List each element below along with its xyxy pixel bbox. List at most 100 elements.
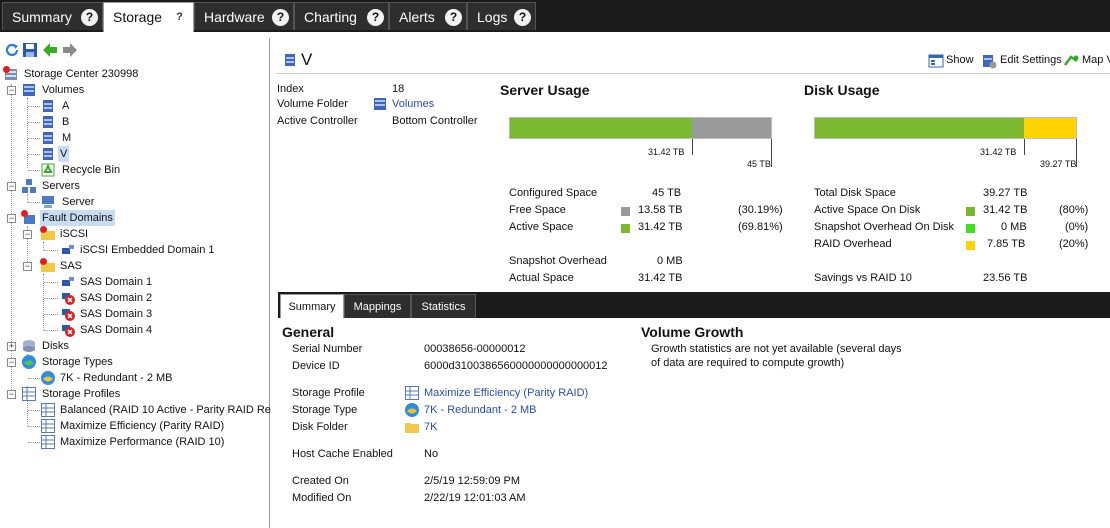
created-on-value: 2/5/19 12:59:09 PM — [424, 475, 521, 487]
tree-item-iscsi[interactable]: − iSCSI — [0, 226, 270, 242]
collapse-icon[interactable]: − — [7, 86, 16, 95]
raid-overhead-pct: (20%) — [1059, 238, 1089, 250]
tree-item-disks[interactable]: + Disks — [0, 338, 270, 354]
volume-icon — [285, 54, 295, 66]
actual-space-label: Actual Space — [509, 272, 574, 284]
disk-usage-title: Disk Usage — [804, 82, 880, 98]
active-space-label: Active Space — [509, 221, 574, 233]
volume-icon — [43, 132, 53, 144]
storage-profile-link[interactable]: Maximize Efficiency (Parity RAID) — [424, 387, 588, 399]
server-usage-bar — [509, 117, 772, 139]
tree-item-storage-type-7k[interactable]: 7K - Redundant - 2 MB — [0, 370, 270, 386]
free-space-swatch — [621, 207, 630, 216]
tree-connector — [44, 298, 58, 299]
help-icon[interactable]: ? — [367, 9, 384, 26]
tree-item-label: Maximize Performance (RAID 10) — [60, 436, 225, 448]
storage-type-icon — [405, 403, 419, 417]
tree-item-volume-m[interactable]: M — [0, 130, 270, 146]
tree-item-profile-balanced[interactable]: Balanced (RAID 10 Active - Parity RAID R… — [0, 402, 271, 418]
tab-logs[interactable]: Logs ? — [467, 2, 536, 30]
free-space-value: 13.58 TB — [638, 204, 683, 216]
disk-used-marker — [1024, 139, 1025, 155]
tab-statistics[interactable]: Statistics — [411, 294, 476, 318]
tree-item-volume-v[interactable]: V — [0, 146, 270, 162]
collapse-icon[interactable]: − — [7, 390, 16, 399]
tree-connector — [28, 426, 40, 427]
back-arrow-icon[interactable] — [42, 42, 58, 58]
tree-item-sas[interactable]: − SAS — [0, 258, 270, 274]
refresh-icon[interactable] — [4, 42, 20, 58]
tree-item-fault-domains[interactable]: − Fault Domains — [0, 210, 270, 226]
tree-item-volumes[interactable]: − Volumes — [0, 82, 270, 98]
tree-item-label: Storage Types — [42, 356, 113, 368]
tree-connector — [28, 106, 40, 107]
disk-folder-link[interactable]: 7K — [424, 421, 437, 433]
help-icon[interactable]: ? — [272, 9, 289, 26]
server-free-segment — [692, 118, 771, 138]
show-label: Show — [946, 54, 974, 66]
help-icon[interactable]: ? — [171, 9, 188, 26]
show-icon — [928, 54, 944, 68]
actual-space-value: 31.42 TB — [638, 272, 683, 284]
collapse-icon[interactable]: − — [23, 262, 32, 271]
tree-item-servers[interactable]: − Servers — [0, 178, 270, 194]
total-disk-space-label: Total Disk Space — [814, 187, 896, 199]
tree-item-iscsi-embedded[interactable]: iSCSI Embedded Domain 1 — [0, 242, 270, 258]
tab-summary-detail[interactable]: Summary — [280, 294, 344, 318]
alert-dot-icon — [40, 226, 47, 233]
tree-item-server[interactable]: Server — [0, 194, 270, 210]
device-id-value: 6000d3100386560000000000000012 — [424, 360, 608, 372]
tree-item-storage-profiles[interactable]: − Storage Profiles — [0, 386, 270, 402]
server-used-segment — [510, 118, 692, 138]
active-space-on-disk-label: Active Space On Disk — [814, 204, 921, 216]
save-icon[interactable] — [22, 42, 38, 58]
expand-icon[interactable]: + — [7, 342, 16, 351]
total-disk-space-value: 39.27 TB — [983, 187, 1028, 199]
recycle-bin-icon — [41, 163, 55, 177]
tree-connector — [44, 314, 58, 315]
tree-item-profile-efficiency[interactable]: Maximize Efficiency (Parity RAID) — [0, 418, 270, 434]
collapse-icon[interactable]: − — [7, 214, 16, 223]
tree-item-sas-domain-4[interactable]: SAS Domain 4 — [0, 322, 270, 338]
tree-item-sas-domain-2[interactable]: SAS Domain 2 — [0, 290, 270, 306]
top-tab-bar: Summary ? Storage ? Hardware ? Charting … — [0, 0, 1110, 32]
collapse-icon[interactable]: − — [23, 230, 32, 239]
tree-item-storage-types[interactable]: − Storage Types — [0, 354, 270, 370]
tree-item-label: Volumes — [42, 84, 85, 96]
tree-item-sas-domain-1[interactable]: SAS Domain 1 — [0, 274, 270, 290]
tree-item-label: A — [62, 100, 70, 112]
tree-item-sas-domain-3[interactable]: SAS Domain 3 — [0, 306, 270, 322]
tree-item-volume-a[interactable]: A — [0, 98, 270, 114]
collapse-icon[interactable]: − — [7, 182, 16, 191]
tree-item-storage-center[interactable]: Storage Center 230998 — [0, 66, 270, 82]
forward-arrow-icon[interactable] — [62, 42, 78, 58]
volume-folder-link[interactable]: Volumes — [392, 98, 434, 110]
growth-message-line1: Growth statistics are not yet available … — [651, 343, 902, 355]
modified-on-label: Modified On — [292, 492, 352, 504]
collapse-icon[interactable]: − — [7, 358, 16, 367]
help-icon[interactable]: ? — [445, 9, 462, 26]
tab-summary[interactable]: Summary ? — [2, 2, 103, 30]
active-controller-label: Active Controller — [277, 115, 358, 127]
tree-item-profile-performance[interactable]: Maximize Performance (RAID 10) — [0, 434, 270, 450]
help-icon[interactable]: ? — [81, 9, 98, 26]
tree-item-label: Servers — [42, 180, 80, 192]
volume-header: V Show Edit Settings Map V — [276, 38, 1110, 74]
storage-profile-icon — [405, 386, 419, 400]
tab-mappings[interactable]: Mappings — [344, 294, 411, 318]
tree-item-label: Recycle Bin — [62, 164, 121, 176]
tab-storage[interactable]: Storage ? — [103, 2, 194, 32]
tree-item-recycle-bin[interactable]: Recycle Bin — [0, 162, 270, 178]
tab-hardware[interactable]: Hardware ? — [194, 2, 294, 30]
tree-connector — [28, 410, 40, 411]
snapshot-overhead-value: 0 MB — [657, 255, 683, 267]
active-space-swatch — [621, 224, 630, 233]
tab-charting[interactable]: Charting ? — [294, 2, 389, 30]
volume-detail-panel: V Show Edit Settings Map V Index 18 Volu… — [276, 38, 1110, 528]
help-icon[interactable]: ? — [514, 9, 531, 26]
domain-error-icon — [62, 325, 75, 337]
storage-type-link[interactable]: 7K - Redundant - 2 MB — [424, 404, 537, 416]
tab-alerts[interactable]: Alerts ? — [389, 2, 467, 30]
tree-item-volume-b[interactable]: B — [0, 114, 270, 130]
volume-growth-title: Volume Growth — [641, 324, 744, 340]
